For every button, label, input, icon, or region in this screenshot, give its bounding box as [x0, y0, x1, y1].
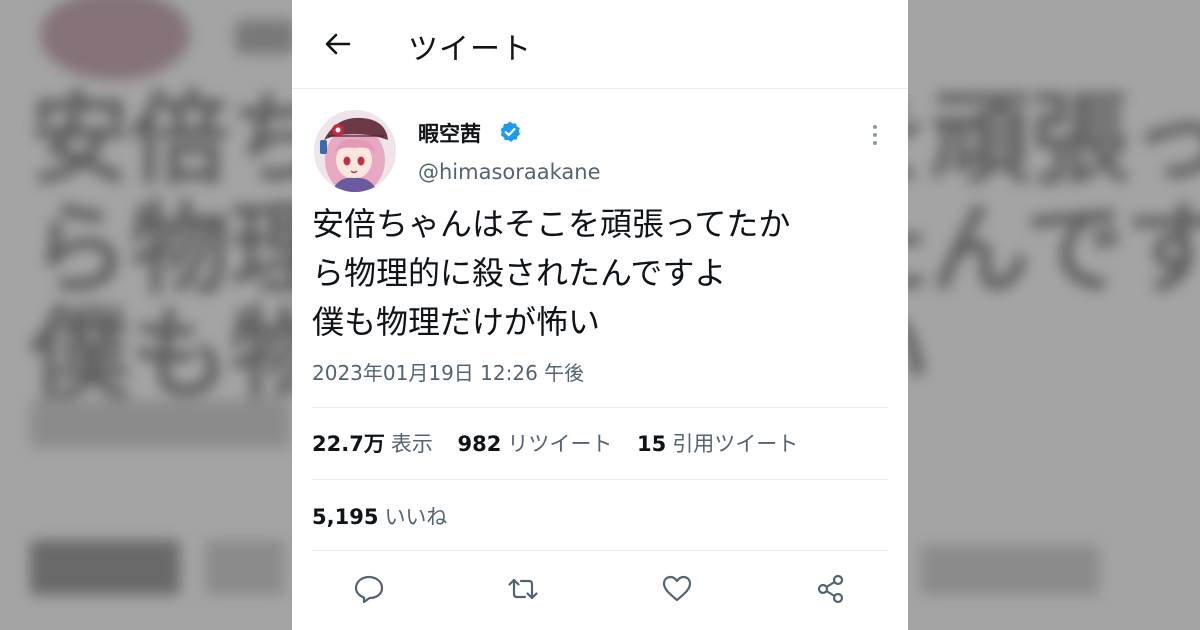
divider: [312, 407, 888, 408]
tweet-card: ツイート 暇空茜 @himasoraakane 安倍ちゃんはそこを頑張ってたか …: [292, 0, 908, 630]
views-stat: 22.7万 表示: [312, 432, 440, 456]
verified-badge-icon: [500, 121, 520, 142]
page-title: ツイート: [408, 32, 532, 67]
back-arrow-icon: [325, 33, 351, 55]
blurred-avatar: [40, 0, 190, 80]
user-handle[interactable]: @himasoraakane: [418, 160, 601, 184]
tweet-timestamp[interactable]: 2023年01月19日 12:26 午後: [312, 357, 584, 386]
reply-button[interactable]: [352, 572, 386, 606]
reply-icon: [354, 575, 384, 604]
retweet-button[interactable]: [506, 572, 540, 606]
retweets-count: 982: [457, 432, 502, 456]
tweet-text-line: 僕も物理だけが怖い: [312, 303, 601, 341]
top-bar: ツイート: [292, 0, 908, 89]
views-label: 表示: [390, 432, 433, 456]
heart-icon: [662, 575, 692, 602]
back-button[interactable]: [322, 28, 354, 60]
views-count: 22.7万: [312, 432, 385, 456]
stats-row: 22.7万 表示 982 リツイート 15 引用ツイート: [312, 428, 816, 458]
quotes-stat[interactable]: 15 引用ツイート: [637, 432, 798, 456]
tweet-text-line: ら物理的に殺されたんですよ: [312, 254, 727, 292]
share-icon: [817, 574, 844, 604]
blurred-handle: [235, 20, 295, 54]
divider: [312, 479, 888, 480]
blurred-quote-label: [920, 545, 1100, 595]
more-options-button[interactable]: [862, 122, 888, 148]
blurred-stat-number: [30, 540, 180, 595]
likes-stat[interactable]: 5,195 いいね: [312, 501, 447, 531]
likes-label: いいね: [384, 505, 448, 529]
likes-count: 5,195: [312, 505, 379, 529]
quotes-label: 引用ツイート: [672, 432, 799, 456]
blurred-stat-label: [205, 540, 285, 595]
more-vertical-icon: [873, 125, 877, 145]
tweet-text: 安倍ちゃんはそこを頑張ってたか ら物理的に殺されたんですよ 僕も物理だけが怖い: [312, 200, 892, 347]
retweets-label: リツイート: [507, 432, 613, 456]
action-bar: [292, 568, 908, 612]
tweet-text-line: 安倍ちゃんはそこを頑張ってたか: [312, 205, 791, 243]
display-name[interactable]: 暇空茜: [418, 118, 481, 148]
avatar-illustration: [314, 110, 396, 192]
retweets-stat[interactable]: 982 リツイート: [458, 432, 620, 456]
like-button[interactable]: [660, 572, 694, 606]
divider: [312, 550, 888, 551]
avatar[interactable]: [314, 110, 396, 192]
blurred-timestamp: [30, 400, 290, 448]
quotes-count: 15: [637, 432, 667, 456]
share-button[interactable]: [814, 572, 848, 606]
retweet-icon: [508, 578, 538, 600]
